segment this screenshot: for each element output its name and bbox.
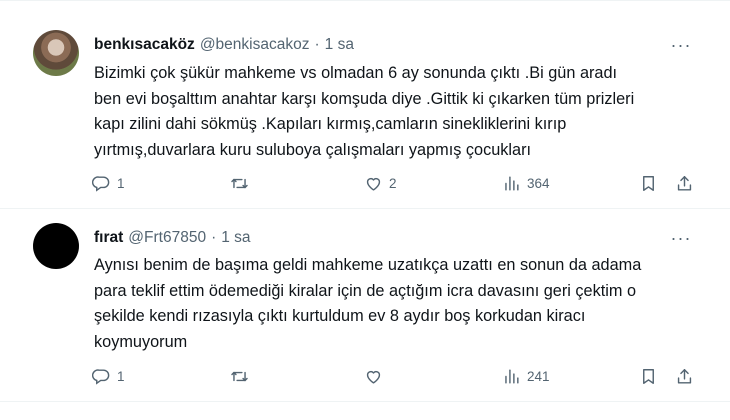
- tweet-text-line: şekilde kendi rızasıyla çıktı kurtuldum …: [94, 307, 586, 325]
- retweet-button[interactable]: [230, 364, 255, 388]
- display-name[interactable]: benkısacaköz: [94, 36, 195, 54]
- view-count: 364: [527, 175, 550, 191]
- like-button[interactable]: [364, 364, 389, 388]
- reply-count: 1: [117, 175, 125, 191]
- reply-button[interactable]: 1: [92, 364, 125, 388]
- retweet-button[interactable]: [230, 171, 255, 195]
- more-dots-icon[interactable]: ···: [670, 35, 692, 55]
- handle[interactable]: @Frt67850: [128, 229, 206, 247]
- reply-count: 1: [117, 368, 125, 384]
- share-icon: [677, 175, 692, 191]
- timestamp[interactable]: 1 sa: [325, 36, 354, 54]
- views-chart-icon: [505, 175, 519, 191]
- reply-icon: [92, 368, 110, 385]
- tweet-header: fırat @Frt67850 · 1 sa: [94, 227, 251, 249]
- action-bar: 1 2 364: [92, 171, 702, 195]
- separator: ·: [211, 229, 217, 246]
- tweet-text: Aynısı benim de başıma geldi mahkeme uza…: [94, 253, 704, 355]
- share-button[interactable]: [675, 171, 694, 195]
- retweet-icon: [231, 178, 248, 188]
- tweet-text-line: kapı zilini dahi sökmüş .Kapıları kırmış…: [94, 115, 567, 133]
- heart-icon: [366, 177, 381, 191]
- tweet-text-line: Bizimki çok şükür mahkeme vs olmadan 6 a…: [94, 64, 618, 82]
- timestamp[interactable]: 1 sa: [221, 229, 250, 247]
- tweet-text-line: ben evi boşalttım anahtar karşı komşuda …: [94, 89, 635, 108]
- tweet-text-line: koymuyorum: [94, 332, 188, 351]
- separator: ·: [314, 36, 320, 53]
- reply-icon: [92, 175, 110, 192]
- tweet-text-line: para teklif ettim ödemediği kiralar için…: [94, 281, 637, 300]
- avatar[interactable]: [33, 30, 79, 76]
- tweet-text-line: Aynısı benim de başıma geldi mahkeme uza…: [94, 256, 642, 274]
- tweet[interactable]: benkısacaköz @benkisacakoz · 1 sa ··· Bi…: [0, 0, 730, 209]
- like-count: 2: [389, 175, 397, 191]
- share-icon: [677, 368, 692, 384]
- handle[interactable]: @benkisacakoz: [200, 36, 310, 54]
- tweet-text-line: yırtmış,duvarlara kuru suluboya çalışmal…: [94, 140, 532, 159]
- bookmark-button[interactable]: [639, 364, 658, 388]
- tweet-header: benkısacaköz @benkisacakoz · 1 sa: [94, 34, 354, 56]
- reply-button[interactable]: 1: [92, 171, 125, 195]
- action-bar: 1 241: [92, 364, 702, 388]
- bookmark-button[interactable]: [639, 171, 658, 195]
- tweet[interactable]: fırat @Frt67850 · 1 sa ··· Aynısı benim …: [0, 209, 730, 402]
- views-button[interactable]: 364: [502, 171, 550, 195]
- display-name[interactable]: fırat: [94, 229, 123, 247]
- share-button[interactable]: [675, 364, 694, 388]
- view-count: 241: [527, 368, 550, 384]
- avatar[interactable]: [33, 223, 79, 269]
- bookmark-icon: [643, 368, 654, 384]
- heart-icon: [366, 370, 381, 384]
- views-chart-icon: [505, 368, 519, 384]
- retweet-icon: [231, 371, 248, 381]
- more-dots-icon[interactable]: ···: [670, 228, 692, 248]
- tweet-text: Bizimki çok şükür mahkeme vs olmadan 6 a…: [94, 61, 704, 163]
- views-button[interactable]: 241: [502, 364, 550, 388]
- like-button[interactable]: 2: [364, 171, 397, 195]
- bookmark-icon: [643, 175, 654, 191]
